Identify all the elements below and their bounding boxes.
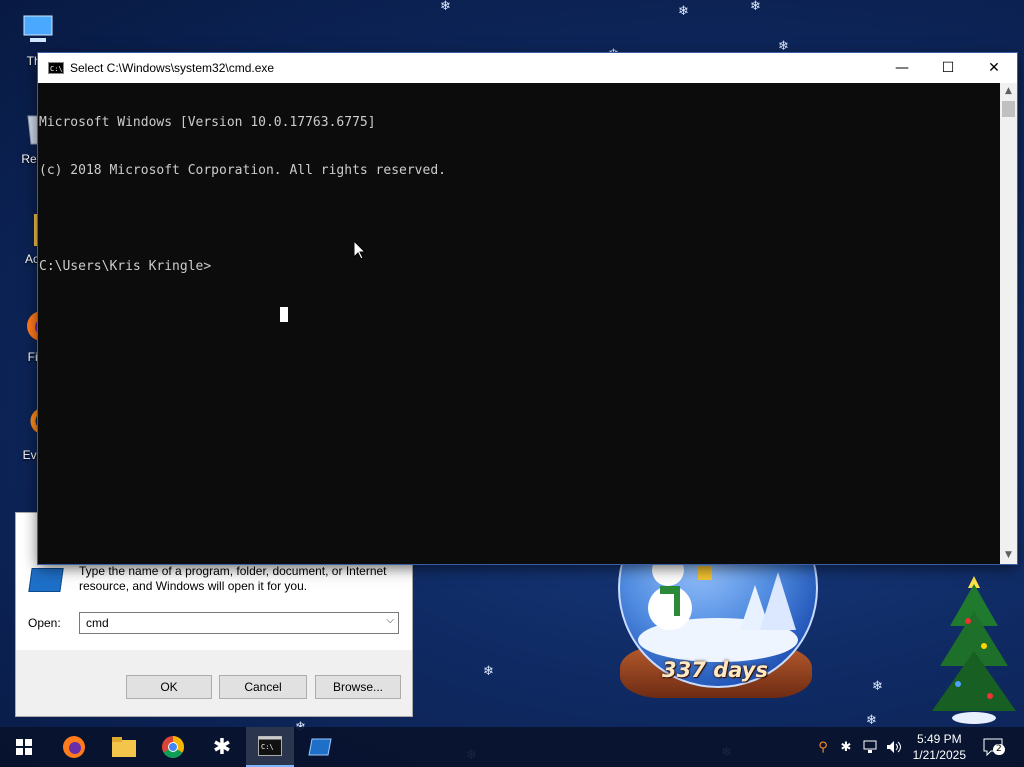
mouse-pointer-icon (353, 239, 367, 264)
close-button[interactable]: ✕ (971, 53, 1017, 83)
file-explorer-icon (112, 737, 136, 757)
cmd-app-icon: C:\ (48, 62, 64, 74)
windows-logo-icon (16, 739, 32, 755)
scroll-up-icon[interactable]: ▲ (1000, 83, 1017, 100)
taskbar-run[interactable] (296, 727, 344, 767)
christmas-tree-icon (928, 566, 1020, 730)
taskbar-firefox[interactable] (50, 727, 98, 767)
taskbar-file-explorer[interactable] (100, 727, 148, 767)
taskbar: ✱ C:\ ⚲ ✱ 5:49 PM 1/21/2025 2 (0, 727, 1024, 767)
text-cursor (280, 307, 288, 322)
console-line: Microsoft Windows [Version 10.0.17763.67… (39, 115, 376, 130)
snowflake-icon: ❄ (750, 0, 761, 14)
run-description: Type the name of a program, folder, docu… (79, 564, 387, 593)
computer-icon (18, 10, 58, 50)
system-clock[interactable]: 5:49 PM 1/21/2025 (913, 731, 966, 763)
vertical-scrollbar[interactable]: ▲ ▼ (1000, 83, 1017, 564)
console-prompt: C:\Users\Kris Kringle> (39, 259, 212, 274)
chevron-down-icon[interactable]: ⌵ (386, 615, 394, 626)
notification-count: 2 (993, 744, 1005, 755)
notification-center-button[interactable]: 2 (980, 727, 1006, 767)
snowflake-icon: ❄ (678, 4, 689, 19)
window-title: Select C:\Windows\system32\cmd.exe (70, 61, 275, 75)
open-label: Open: (28, 616, 61, 630)
minimize-button[interactable]: — (879, 53, 925, 83)
cancel-button[interactable]: Cancel (219, 675, 307, 699)
clock-date: 1/21/2025 (912, 748, 966, 762)
snowflake-icon: ❄ (440, 0, 451, 14)
everything-search-icon[interactable]: ⚲ (814, 727, 832, 767)
open-combobox[interactable]: cmd ⌵ (79, 612, 399, 634)
clock-time: 5:49 PM (916, 732, 962, 746)
svg-text:C:\: C:\ (261, 743, 274, 751)
snowflake-icon: ❄ (866, 713, 877, 728)
cmd-window[interactable]: C:\ Select C:\Windows\system32\cmd.exe —… (38, 53, 1017, 564)
maximize-button[interactable]: ☐ (925, 53, 971, 83)
run-icon (308, 738, 332, 756)
cmd-icon: C:\ (258, 736, 282, 756)
countdown-label: 337 days (662, 658, 768, 682)
taskbar-cmd[interactable]: C:\ (246, 727, 294, 767)
volume-icon[interactable] (884, 727, 906, 767)
snowflake-tray-icon[interactable]: ✱ (837, 727, 855, 767)
start-button[interactable] (0, 727, 48, 767)
chrome-icon (162, 736, 184, 758)
console-output[interactable]: Microsoft Windows [Version 10.0.17763.67… (38, 83, 999, 564)
snowflake-app-icon[interactable]: ✱ (198, 727, 246, 767)
snowflake-icon: ❄ (872, 679, 883, 694)
taskbar-chrome[interactable] (149, 727, 197, 767)
open-input[interactable]: cmd (86, 616, 109, 630)
snowflake-icon: ❄ (483, 664, 494, 679)
run-icon (28, 568, 64, 592)
cmd-titlebar[interactable]: C:\ Select C:\Windows\system32\cmd.exe —… (38, 53, 1017, 83)
scroll-down-icon[interactable]: ▼ (1000, 547, 1017, 564)
scroll-thumb[interactable] (1002, 101, 1015, 117)
network-icon[interactable] (860, 727, 882, 767)
snowflake-icon: ❄ (778, 39, 789, 54)
firefox-icon (63, 736, 85, 758)
browse-button[interactable]: Browse... (315, 675, 401, 699)
console-line: (c) 2018 Microsoft Corporation. All righ… (39, 163, 446, 178)
ok-button[interactable]: OK (126, 675, 212, 699)
